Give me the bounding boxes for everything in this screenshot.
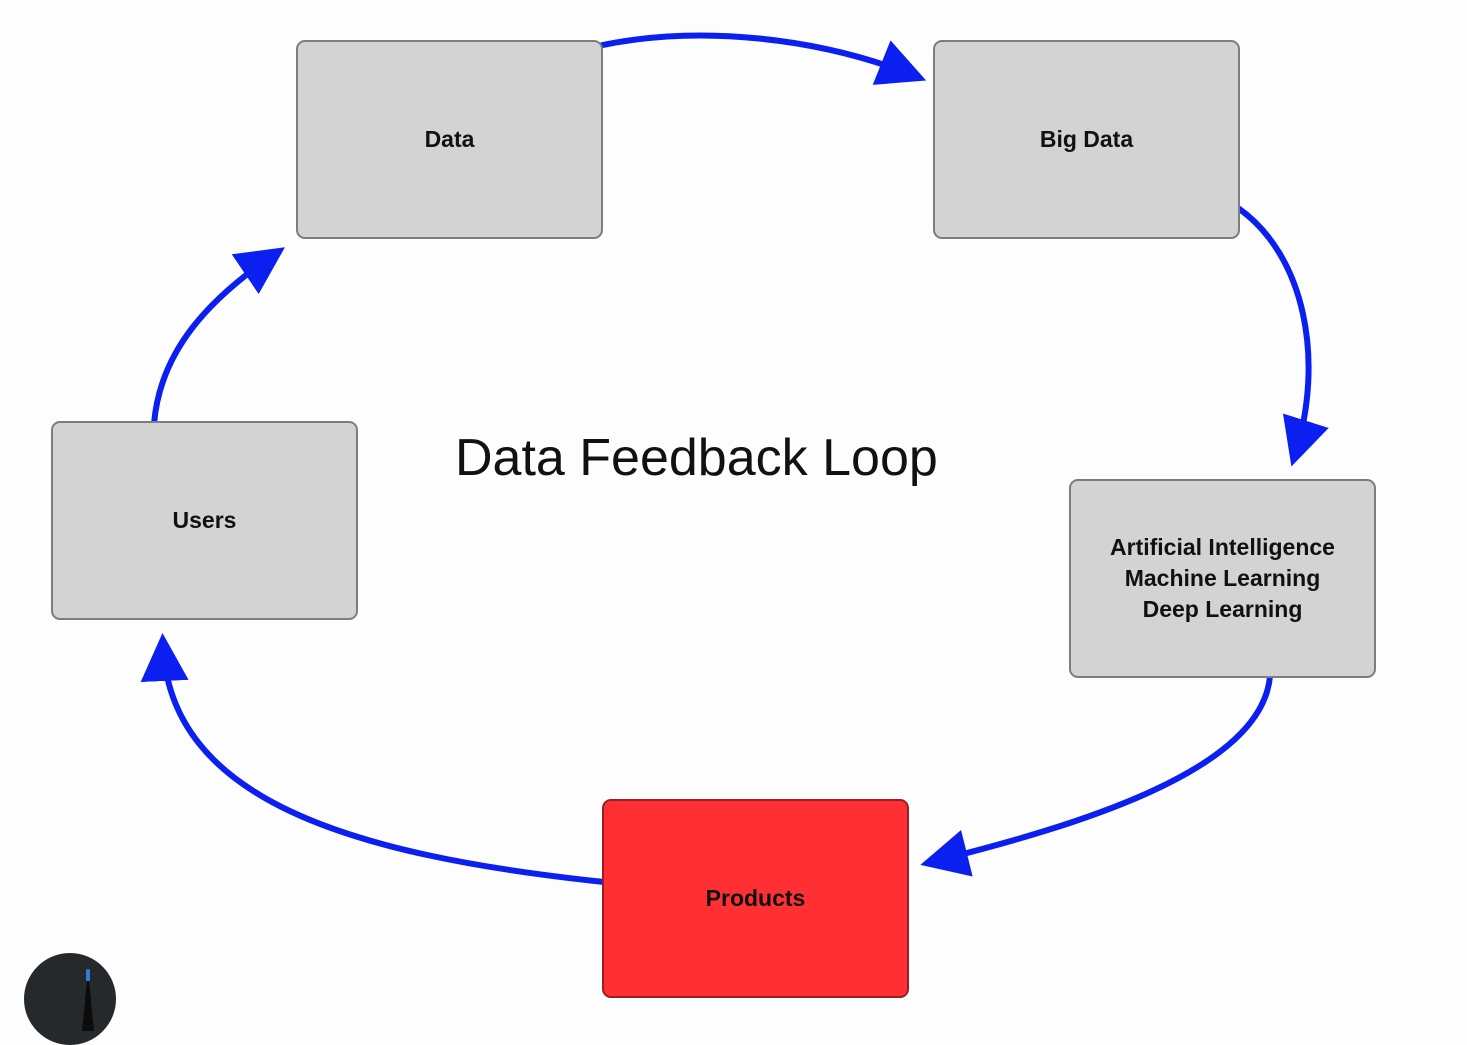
- slide-canvas: Data Big Data Artificial Intelligence Ma…: [0, 0, 1467, 1045]
- node-data: Data: [296, 40, 603, 239]
- edge-data-to-bigdata: [597, 32, 927, 85]
- node-products-label: Products: [705, 885, 806, 911]
- node-ai-line-2: Machine Learning: [1124, 565, 1321, 591]
- node-big-data: Big Data: [933, 40, 1240, 239]
- node-products: Products: [602, 799, 909, 998]
- pen-tip-icon: [86, 969, 90, 981]
- node-ai-line-3: Deep Learning: [1142, 596, 1303, 622]
- edge-bigdata-to-ai: [1236, 205, 1329, 467]
- pen-avatar-icon[interactable]: [24, 953, 116, 1045]
- node-data-label: Data: [424, 126, 475, 152]
- node-ai-line-1: Artificial Intelligence: [1110, 534, 1335, 560]
- node-users: Users: [51, 421, 358, 620]
- edge-ai-to-products: [920, 675, 1273, 877]
- edge-users-to-data: [151, 247, 285, 425]
- node-big-data-label: Big Data: [1039, 126, 1134, 152]
- edge-products-to-users: [140, 633, 605, 885]
- diagram-title: Data Feedback Loop: [455, 429, 938, 487]
- node-ai-ml-dl: Artificial Intelligence Machine Learning…: [1069, 479, 1376, 678]
- node-users-label: Users: [172, 507, 237, 533]
